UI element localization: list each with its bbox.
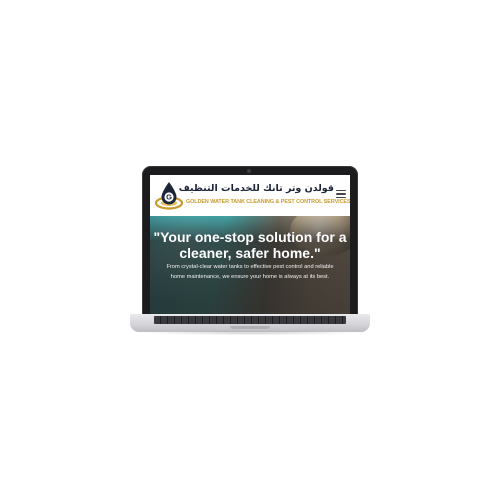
laptop-base <box>130 314 370 332</box>
laptop-shadow <box>138 331 362 335</box>
hero-title: "Your one-stop solution for a cleaner, s… <box>153 229 347 261</box>
brand-name-english: GOLDEN WATER TANK CLEANING & PEST CONTRO… <box>186 199 350 205</box>
site-header: G قولدن وتر تانك للخدمات التنظيف GOLDEN … <box>150 175 350 216</box>
website-screen: G قولدن وتر تانك للخدمات التنظيف GOLDEN … <box>150 175 350 315</box>
hero-description: From crystal-clear water tanks to effect… <box>166 264 334 280</box>
logo-letter: G <box>166 193 172 202</box>
brand-name-arabic: قولدن وتر تانك للخدمات التنظيف <box>178 183 334 194</box>
hamburger-menu-icon[interactable] <box>336 189 346 199</box>
webcam-icon <box>247 169 251 173</box>
keyboard <box>154 316 346 324</box>
hero-banner: "Your one-stop solution for a cleaner, s… <box>150 216 350 315</box>
trackpad-notch <box>230 326 270 329</box>
laptop-screen-bezel: G قولدن وتر تانك للخدمات التنظيف GOLDEN … <box>142 166 358 318</box>
